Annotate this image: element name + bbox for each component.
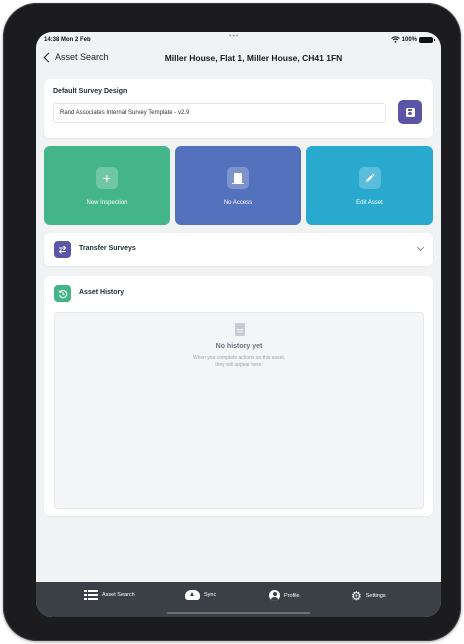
asset-history-card: Asset History No history yet When you co… bbox=[44, 276, 433, 516]
tablet-frame: 14:38 Mon 2 Feb ••• 100% Asset Search Mi… bbox=[3, 3, 461, 641]
pencil-svg bbox=[366, 173, 375, 182]
tab-bar: Asset Search Sync Profile ⚙ Settings bbox=[36, 582, 441, 617]
user-circle-icon bbox=[269, 590, 280, 601]
wifi-icon bbox=[390, 36, 400, 43]
survey-design-field[interactable]: Rand Associates Internal Survey Template… bbox=[53, 103, 386, 123]
empty-state-message: When you complete actions on this asset, bbox=[192, 355, 286, 361]
status-bar: 14:38 Mon 2 Feb ••• 100% bbox=[36, 32, 441, 46]
document-icon bbox=[235, 323, 245, 336]
history-icon bbox=[54, 285, 71, 302]
empty-state-title: No history yet bbox=[215, 343, 263, 350]
history-empty-state: No history yet When you complete actions… bbox=[54, 312, 424, 509]
survey-design-card: Default Survey Design Rand Associates In… bbox=[44, 79, 433, 138]
save-icon bbox=[405, 107, 415, 117]
history-clock bbox=[57, 289, 67, 298]
transfer-surveys-row[interactable]: Transfer Surveys bbox=[44, 233, 433, 266]
tab-asset-search[interactable]: Asset Search bbox=[84, 590, 135, 600]
transfer-arrows bbox=[58, 245, 67, 254]
status-time: 14:38 Mon 2 Feb bbox=[44, 37, 91, 43]
empty-state-message-2: they will appear here. bbox=[215, 362, 263, 368]
list-bullet bbox=[84, 594, 87, 596]
tab-settings-label: Settings bbox=[365, 593, 386, 599]
no-access-button[interactable]: No Access bbox=[175, 146, 301, 225]
plus-glyph: + bbox=[102, 170, 112, 186]
edit-asset-button[interactable]: Edit Asset bbox=[306, 146, 433, 225]
tab-profile-label: Profile bbox=[284, 592, 300, 599]
battery-icon bbox=[419, 36, 435, 43]
chevron-down-icon bbox=[416, 243, 425, 252]
edit-asset-label: Edit Asset bbox=[356, 200, 383, 206]
list-line bbox=[88, 598, 98, 600]
tab-sync[interactable]: Sync bbox=[185, 590, 216, 600]
cloud-upload-icon bbox=[185, 590, 200, 600]
tab-profile[interactable]: Profile bbox=[269, 590, 300, 601]
plus-icon: + bbox=[96, 167, 118, 189]
no-access-label: No Access bbox=[223, 200, 253, 206]
door-icon bbox=[227, 167, 249, 189]
new-inspection-label: New Inspection bbox=[86, 200, 128, 206]
list-line bbox=[88, 594, 98, 596]
list-bullet bbox=[84, 598, 87, 600]
home-indicator[interactable] bbox=[167, 612, 310, 614]
new-inspection-button[interactable]: + New Inspection bbox=[44, 146, 170, 225]
save-button[interactable] bbox=[398, 100, 422, 124]
tab-sync-label: Sync bbox=[204, 592, 217, 598]
multitask-dots[interactable]: ••• bbox=[229, 33, 239, 40]
app-screen: 14:38 Mon 2 Feb ••• 100% Asset Search Mi… bbox=[36, 32, 441, 617]
gear-icon: ⚙ bbox=[351, 589, 362, 603]
door-shape bbox=[232, 173, 244, 184]
transfer-icon bbox=[54, 241, 71, 258]
battery-percent: 100% bbox=[401, 36, 417, 43]
list-line bbox=[88, 590, 98, 592]
navigation-bar: Asset Search Miller House, Flat 1, Mille… bbox=[36, 46, 441, 70]
list-bullet bbox=[84, 590, 87, 592]
survey-design-title: Default Survey Design bbox=[53, 88, 128, 95]
status-indicators: 100% bbox=[390, 36, 435, 43]
tab-asset-search-label: Asset Search bbox=[102, 592, 135, 598]
asset-history-title: Asset History bbox=[79, 289, 125, 296]
page-title: Miller House, Flat 1, Miller House, CH41… bbox=[164, 53, 343, 63]
transfer-surveys-label: Transfer Surveys bbox=[79, 245, 136, 252]
list-icon bbox=[84, 590, 98, 600]
pencil-icon bbox=[358, 167, 381, 189]
tab-settings[interactable]: ⚙ Settings bbox=[351, 590, 386, 602]
